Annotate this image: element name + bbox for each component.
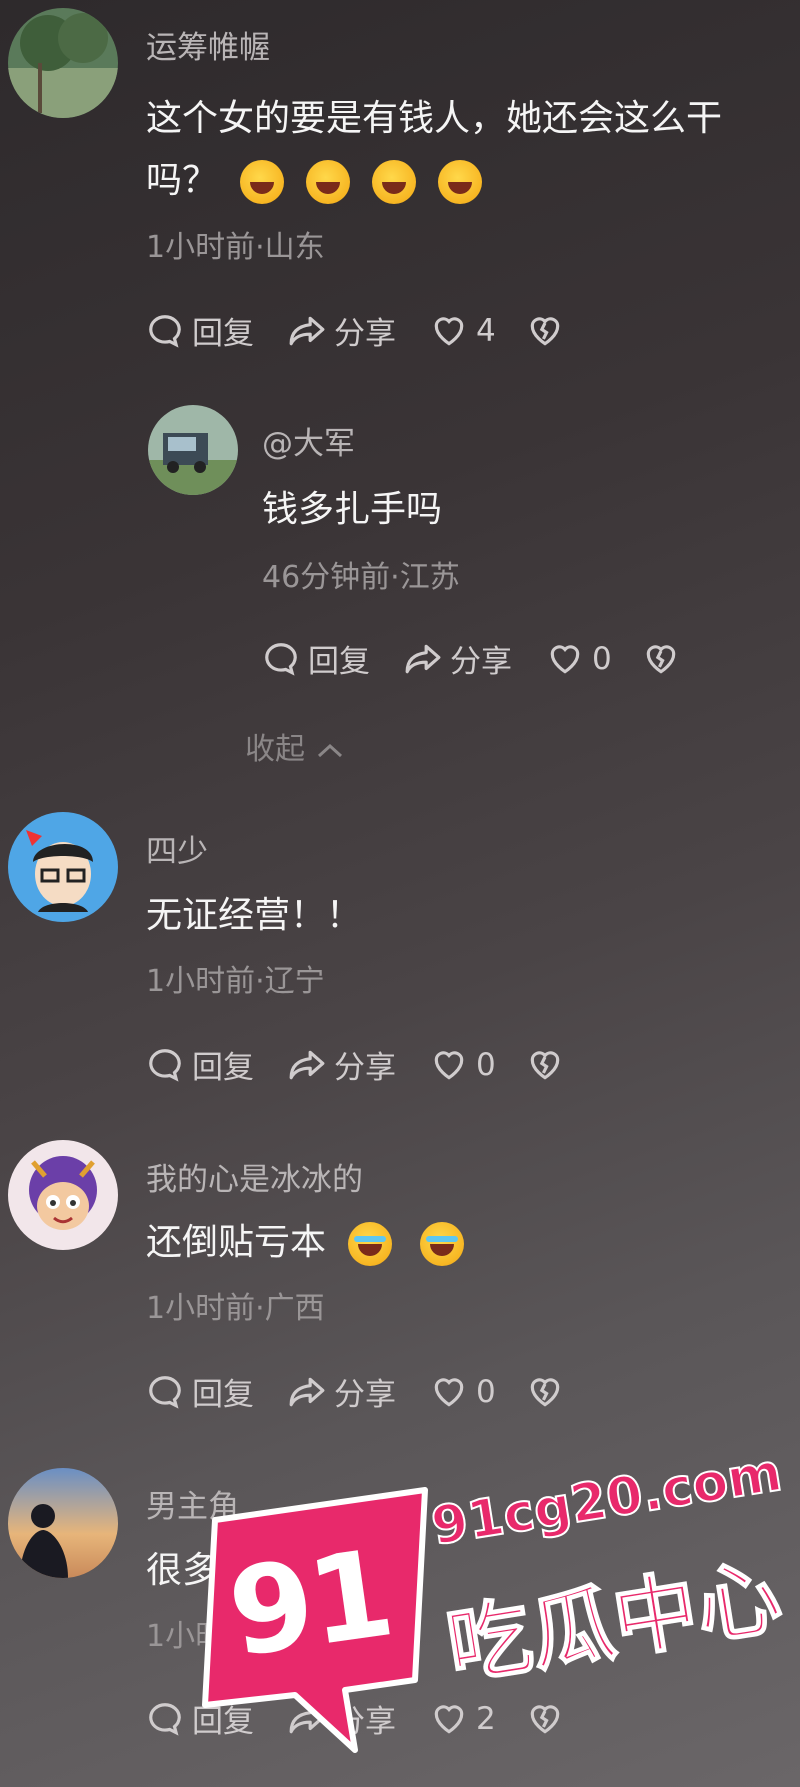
like-button[interactable]: 4 — [430, 312, 496, 350]
share-button[interactable]: 分享 — [288, 1369, 396, 1414]
avatar[interactable] — [8, 812, 118, 922]
comment-text: 还倒贴亏本 — [146, 1212, 465, 1274]
like-heart-icon — [434, 1377, 464, 1407]
comment-meta: 1小时前·广西 — [146, 1291, 325, 1326]
laughing-emoji-icon — [240, 160, 285, 204]
like-button[interactable]: 0 — [546, 640, 612, 678]
comment-icon — [149, 1375, 181, 1409]
like-button[interactable]: 0 — [430, 1373, 496, 1411]
like-count: 0 — [476, 1373, 496, 1410]
like-heart-icon — [550, 644, 580, 674]
watermark: 91 91cg20.com 吃瓜中心 — [175, 1440, 795, 1770]
crying-emoji-icon — [420, 1222, 465, 1266]
like-heart-icon — [434, 316, 464, 346]
share-icon — [289, 1050, 325, 1079]
dislike-heart-icon — [530, 316, 559, 346]
watermark-site-name: 吃瓜中心 — [439, 1546, 788, 1697]
comment-text: 这个女的要是有钱人，她还会这么干 吗？ — [146, 88, 722, 212]
comment-actions: 回复 分享 4 — [146, 308, 598, 353]
reply-button[interactable]: 回复 — [146, 308, 254, 353]
laughing-emoji-icon — [306, 160, 351, 204]
username[interactable]: 运筹帷幄 — [146, 22, 270, 67]
avatar[interactable] — [8, 8, 118, 118]
dislike-button[interactable] — [526, 312, 564, 350]
comment-icon — [265, 642, 297, 676]
laughing-emoji-icon — [372, 160, 417, 204]
username[interactable]: @大军 — [262, 418, 355, 463]
share-icon — [289, 1377, 325, 1406]
dislike-heart-icon — [646, 644, 675, 674]
chevron-up-icon — [317, 743, 342, 757]
dislike-heart-icon — [530, 1050, 559, 1080]
avatar[interactable] — [148, 405, 238, 495]
share-icon — [289, 316, 325, 345]
collapse-replies-button[interactable]: 收起 — [245, 724, 345, 768]
comment-icon — [149, 1048, 181, 1082]
like-count: 0 — [592, 640, 612, 677]
dislike-button[interactable] — [642, 640, 680, 678]
comment-icon — [149, 314, 181, 348]
crying-emoji-icon — [348, 1222, 393, 1266]
like-count: 4 — [476, 312, 496, 349]
laughing-emoji-icon — [438, 160, 483, 204]
share-button[interactable]: 分享 — [288, 308, 396, 353]
reply-button[interactable]: 回复 — [146, 1369, 254, 1414]
comment-text: 无证经营！！ — [146, 895, 363, 936]
username[interactable]: 我的心是冰冰的 — [146, 1154, 363, 1199]
comment-text: 钱多扎手吗 — [262, 489, 443, 530]
reply-button[interactable]: 回复 — [146, 1042, 254, 1087]
like-count: 0 — [476, 1046, 496, 1083]
comment-meta: 46分钟前·江苏 — [262, 560, 460, 595]
like-button[interactable]: 0 — [430, 1046, 496, 1084]
dislike-heart-icon — [530, 1377, 559, 1407]
like-heart-icon — [434, 1050, 464, 1080]
comment-meta: 1小时前·辽宁 — [146, 964, 325, 999]
comment-actions: 回复 分享 0 — [146, 1042, 598, 1087]
watermark-number: 91 — [221, 1524, 398, 1685]
avatar[interactable] — [8, 1468, 118, 1578]
dislike-button[interactable] — [526, 1373, 564, 1411]
share-button[interactable]: 分享 — [288, 1042, 396, 1087]
avatar[interactable] — [8, 1140, 118, 1250]
share-button[interactable]: 分享 — [404, 636, 512, 681]
reply-button[interactable]: 回复 — [262, 636, 370, 681]
username[interactable]: 四少 — [146, 826, 208, 871]
comment-actions: 回复 分享 0 — [262, 636, 714, 681]
comment-meta: 1小时前·山东 — [146, 230, 325, 265]
share-icon — [405, 644, 441, 673]
dislike-button[interactable] — [526, 1046, 564, 1084]
comment-actions: 回复 分享 0 — [146, 1369, 598, 1414]
